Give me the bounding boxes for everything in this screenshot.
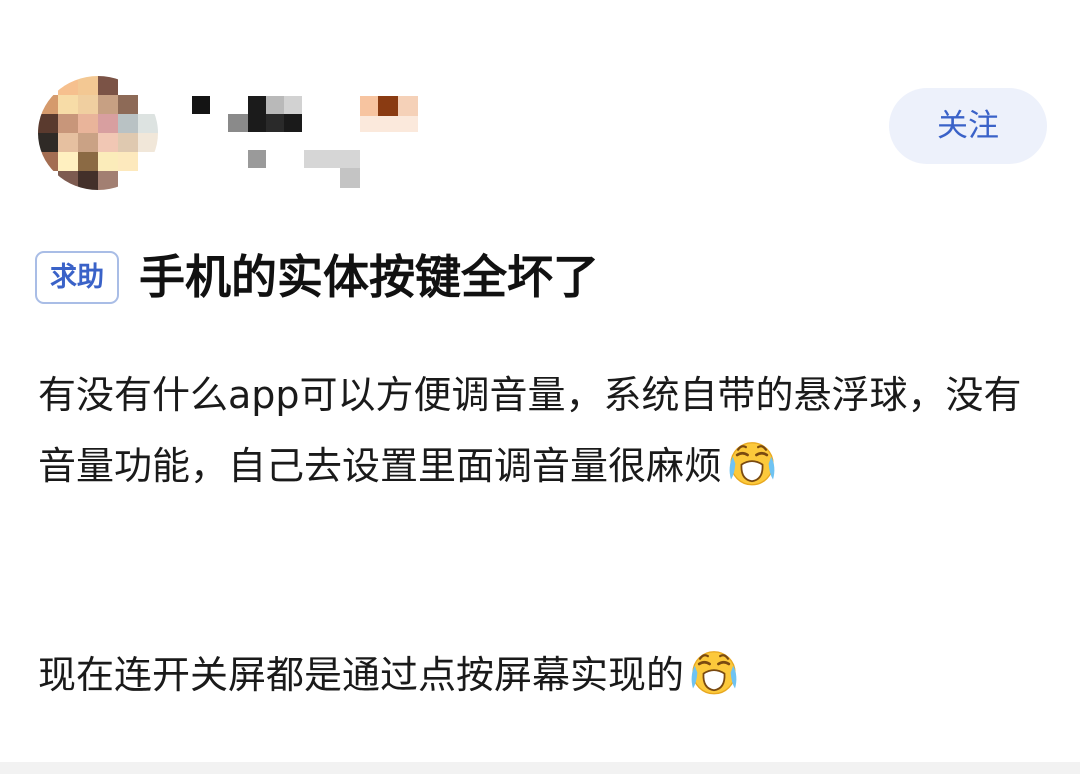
post-detail-screen: 关注 求助 手机的实体按键全坏了 有没有什么app可以方便调音量，系统自带的悬浮… [0, 0, 1080, 774]
username-redacted[interactable] [188, 76, 420, 190]
post-paragraph-2-text: 现在连开关屏都是通过点按屏幕实现的 [38, 653, 685, 697]
post-title: 手机的实体按键全坏了 [139, 250, 599, 304]
post-paragraph-1: 有没有什么app可以方便调音量，系统自带的悬浮球，没有音量功能，自己去设置里面调… [38, 360, 1038, 502]
loudly-crying-face-icon [691, 651, 737, 695]
post-title-row: 求助 手机的实体按键全坏了 [35, 244, 599, 310]
loudly-crying-face-icon [729, 442, 775, 486]
follow-button[interactable]: 关注 [889, 88, 1047, 164]
bottom-divider [0, 762, 1080, 774]
post-paragraph-2: 现在连开关屏都是通过点按屏幕实现的 [38, 640, 1038, 711]
help-tag-badge[interactable]: 求助 [35, 250, 119, 304]
post-paragraph-1-text: 有没有什么app可以方便调音量，系统自带的悬浮球，没有音量功能，自己去设置里面调… [38, 373, 1022, 488]
user-avatar[interactable] [38, 76, 158, 190]
